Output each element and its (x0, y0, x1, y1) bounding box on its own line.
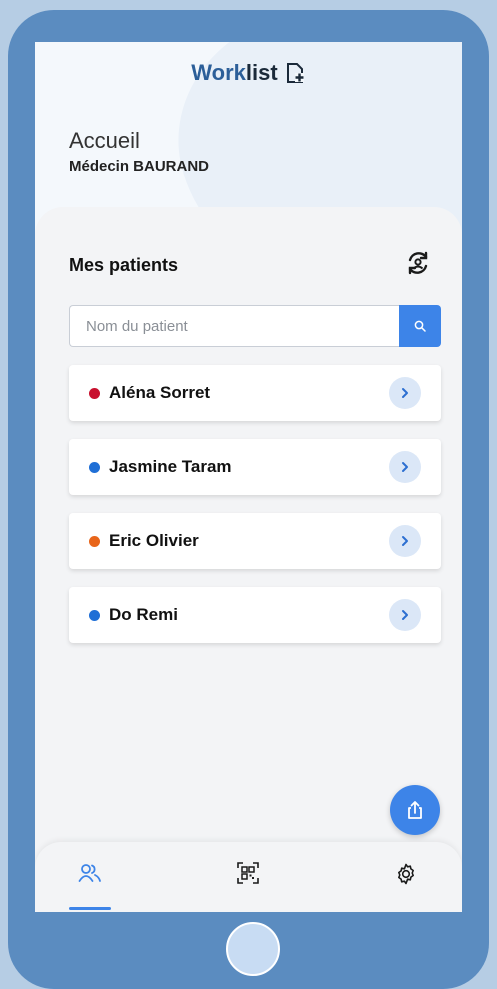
tab-settings[interactable] (386, 862, 426, 902)
search-button[interactable] (399, 305, 441, 347)
patients-title: Mes patients (69, 255, 179, 275)
patient-name: Eric Olivier (109, 531, 199, 550)
share-button[interactable] (390, 785, 440, 835)
greeting: Accueil Médecin BAURAND (69, 128, 209, 175)
status-dot (89, 609, 100, 621)
tab-qr-scan[interactable] (228, 862, 268, 902)
share-icon (408, 801, 422, 819)
qr-code-icon (237, 862, 259, 884)
add-document-icon[interactable] (284, 62, 306, 84)
users-icon (78, 864, 101, 882)
patient-list: Aléna Sorret Jasmine Taram Eric Olivier (69, 365, 441, 661)
patient-name: Aléna Sorret (109, 383, 211, 402)
patient-search (69, 305, 441, 347)
app-screen: Worklist Accueil Médecin BAURAND Mes pat… (35, 42, 462, 912)
chevron-right-icon[interactable] (389, 451, 421, 483)
patient-name: Do Remi (109, 605, 178, 624)
app-title: Worklist (191, 60, 305, 86)
patient-item[interactable]: Aléna Sorret (69, 365, 441, 421)
active-tab-indicator (69, 907, 111, 910)
gear-icon (398, 863, 414, 885)
search-icon (414, 320, 426, 332)
device-home-button[interactable] (226, 922, 280, 976)
patient-name: Jasmine Taram (109, 457, 232, 476)
patient-item[interactable]: Jasmine Taram (69, 439, 441, 495)
search-input[interactable] (69, 305, 399, 347)
status-dot (89, 535, 100, 547)
refresh-icon[interactable] (404, 249, 432, 277)
app-header: Worklist (35, 60, 462, 86)
page-title: Accueil (69, 128, 140, 153)
status-dot (89, 387, 100, 399)
chevron-right-icon[interactable] (389, 525, 421, 557)
patient-item[interactable]: Eric Olivier (69, 513, 441, 569)
chevron-right-icon[interactable] (389, 599, 421, 631)
status-dot (89, 461, 100, 473)
doctor-name: Médecin BAURAND (69, 158, 210, 175)
chevron-right-icon[interactable] (389, 377, 421, 409)
bottom-nav (35, 842, 462, 912)
patient-item[interactable]: Do Remi (69, 587, 441, 643)
app-title-rest: list (245, 60, 278, 85)
app-title-bold: Work (191, 60, 246, 85)
tab-patients[interactable] (70, 862, 110, 902)
